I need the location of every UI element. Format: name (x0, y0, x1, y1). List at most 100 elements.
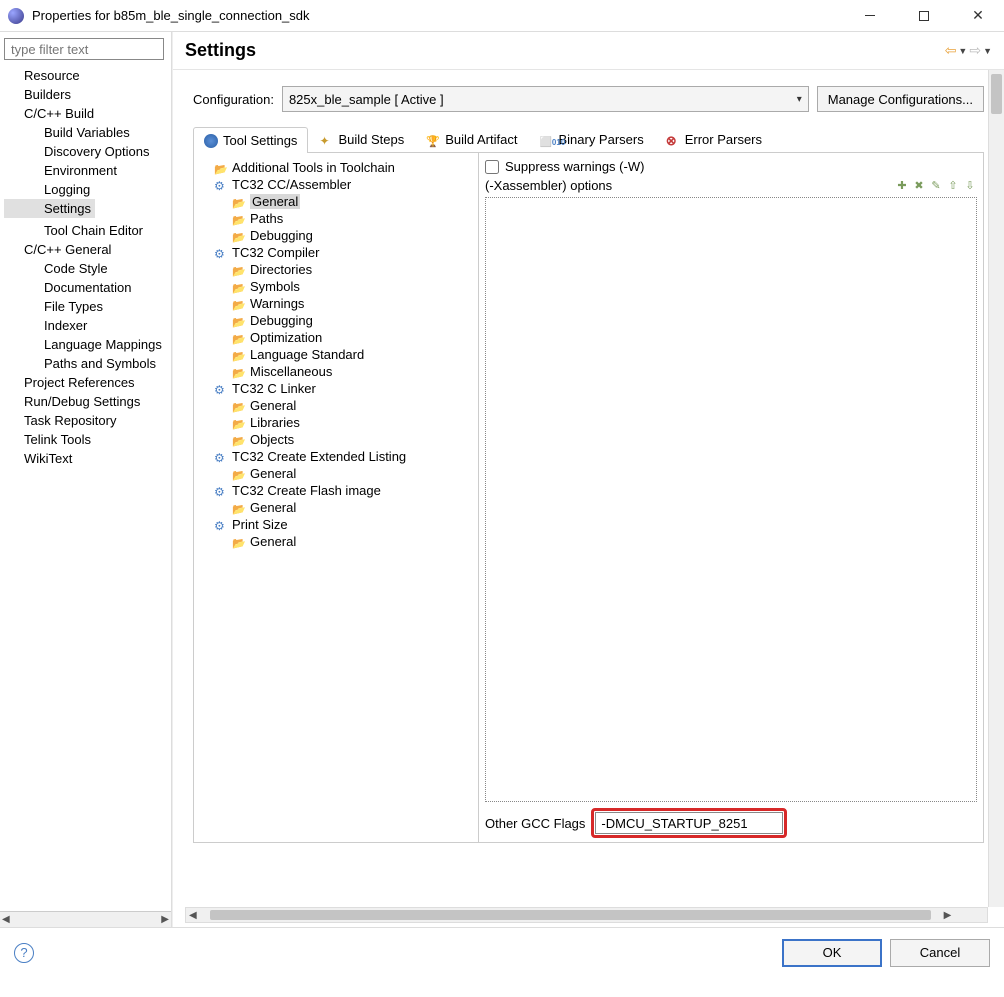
sidebar-item-settings[interactable]: Settings (4, 199, 95, 218)
tools-icon (204, 134, 218, 148)
tab-label: Binary Parsers (558, 132, 643, 147)
minimize-button[interactable] (852, 4, 888, 28)
nav-forward-icon[interactable]: ⇨ (969, 42, 981, 59)
error-icon (666, 133, 680, 147)
tool-tree-item-optimization[interactable]: Optimization (198, 329, 474, 346)
scrollbar-thumb[interactable] (991, 74, 1002, 114)
configuration-label: Configuration: (193, 92, 274, 107)
properties-tree[interactable]: ResourceBuildersC/C++ BuildBuild Variabl… (0, 66, 171, 911)
tool-tree-label: Objects (250, 432, 294, 447)
gear-icon (214, 484, 228, 498)
tool-tree-item-tc32-compiler[interactable]: TC32 Compiler (198, 244, 474, 261)
wand-icon (319, 133, 333, 147)
add-option-icon[interactable]: ✚ (895, 179, 909, 193)
folder-icon (214, 161, 228, 175)
tool-tree-item-general[interactable]: General (198, 193, 474, 210)
tab-label: Build Steps (338, 132, 404, 147)
nav-back-icon[interactable]: ⇦ (945, 42, 957, 59)
tool-tree-item-general[interactable]: General (198, 465, 474, 482)
nav-back-menu-icon[interactable]: ▼ (958, 46, 967, 56)
folder-icon (232, 365, 246, 379)
tool-tree-item-print-size[interactable]: Print Size (198, 516, 474, 533)
tool-tree-item-paths[interactable]: Paths (198, 210, 474, 227)
sidebar-item-wikitext[interactable]: WikiText (4, 449, 171, 468)
tool-tree-item-symbols[interactable]: Symbols (198, 278, 474, 295)
tool-tree-item-tc32-c-linker[interactable]: TC32 C Linker (198, 380, 474, 397)
sidebar-item-documentation[interactable]: Documentation (4, 278, 171, 297)
tool-tree-item-libraries[interactable]: Libraries (198, 414, 474, 431)
tool-tree-item-general[interactable]: General (198, 499, 474, 516)
sidebar-item-resource[interactable]: Resource (4, 66, 171, 85)
manage-configurations-button[interactable]: Manage Configurations... (817, 86, 984, 112)
sidebar-item-environment[interactable]: Environment (4, 161, 171, 180)
sidebar-item-logging[interactable]: Logging (4, 180, 171, 199)
tool-tree-label: Optimization (250, 330, 322, 345)
sidebar-item-discovery-options[interactable]: Discovery Options (4, 142, 171, 161)
tab-error-parsers[interactable]: Error Parsers (655, 126, 773, 152)
nav-forward-menu-icon[interactable]: ▼ (983, 46, 992, 56)
sidebar-item-build-variables[interactable]: Build Variables (4, 123, 171, 142)
tab-tool-settings[interactable]: Tool Settings (193, 127, 308, 153)
scrollbar-thumb[interactable] (210, 910, 931, 920)
xassembler-options-list[interactable] (485, 197, 977, 802)
scroll-right-icon: ▶ (941, 910, 955, 921)
sidebar-item-telink-tools[interactable]: Telink Tools (4, 430, 171, 449)
move-up-icon[interactable]: ⇧ (946, 179, 960, 193)
sidebar-item-indexer[interactable]: Indexer (4, 316, 171, 335)
cancel-button[interactable]: Cancel (890, 939, 990, 967)
scroll-left-icon: ◀ (186, 910, 200, 921)
sidebar-item-code-style[interactable]: Code Style (4, 259, 171, 278)
tool-tree-item-general[interactable]: General (198, 397, 474, 414)
folder-icon (232, 399, 246, 413)
filter-input[interactable] (4, 38, 164, 60)
other-gcc-flags-input[interactable] (595, 812, 783, 834)
tool-tree-item-language-standard[interactable]: Language Standard (198, 346, 474, 363)
content-horizontal-scrollbar[interactable]: ◀ ▶ (185, 907, 988, 923)
trophy-icon (426, 133, 440, 147)
sidebar-item-task-repository[interactable]: Task Repository (4, 411, 171, 430)
tool-tree-item-objects[interactable]: Objects (198, 431, 474, 448)
move-down-icon[interactable]: ⇩ (963, 179, 977, 193)
tab-label: Build Artifact (445, 132, 517, 147)
configuration-select[interactable]: 825x_ble_sample [ Active ] ▾ (282, 86, 809, 112)
close-icon (972, 7, 984, 24)
configuration-value: 825x_ble_sample [ Active ] (289, 92, 444, 107)
delete-option-icon[interactable]: ✖ (912, 179, 926, 193)
close-button[interactable] (960, 4, 996, 28)
sidebar-horizontal-scrollbar[interactable]: ◀ ▶ (0, 911, 171, 927)
sidebar-item-project-references[interactable]: Project References (4, 373, 171, 392)
suppress-warnings-checkbox[interactable] (485, 160, 499, 174)
folder-icon (232, 280, 246, 294)
tool-tree-item-miscellaneous[interactable]: Miscellaneous (198, 363, 474, 380)
gear-icon (214, 450, 228, 464)
tool-tree-item-warnings[interactable]: Warnings (198, 295, 474, 312)
sidebar-item-language-mappings[interactable]: Language Mappings (4, 335, 171, 354)
tab-build-artifact[interactable]: Build Artifact (415, 126, 528, 152)
help-icon[interactable]: ? (14, 943, 34, 963)
tab-binary-parsers[interactable]: 010Binary Parsers (528, 126, 654, 152)
window-title: Properties for b85m_ble_single_connectio… (32, 8, 852, 23)
sidebar-item-builders[interactable]: Builders (4, 85, 171, 104)
tool-tree-item-debugging[interactable]: Debugging (198, 312, 474, 329)
tool-tree-item-additional-tools-in-toolchain[interactable]: Additional Tools in Toolchain (198, 159, 474, 176)
sidebar-item-c-c-build[interactable]: C/C++ Build (4, 104, 171, 123)
edit-option-icon[interactable]: ✎ (929, 179, 943, 193)
sidebar-item-tool-chain-editor[interactable]: Tool Chain Editor (4, 221, 171, 240)
sidebar-item-run-debug-settings[interactable]: Run/Debug Settings (4, 392, 171, 411)
sidebar-item-file-types[interactable]: File Types (4, 297, 171, 316)
maximize-button[interactable] (906, 4, 942, 28)
folder-icon (232, 416, 246, 430)
sidebar-item-c-c-general[interactable]: C/C++ General (4, 240, 171, 259)
folder-icon (232, 501, 246, 515)
tool-settings-tree[interactable]: Additional Tools in ToolchainTC32 CC/Ass… (194, 153, 479, 842)
tool-tree-item-tc32-create-extended-listing[interactable]: TC32 Create Extended Listing (198, 448, 474, 465)
tab-build-steps[interactable]: Build Steps (308, 126, 415, 152)
tool-tree-item-general[interactable]: General (198, 533, 474, 550)
content-vertical-scrollbar[interactable] (988, 70, 1004, 907)
tool-tree-item-debugging[interactable]: Debugging (198, 227, 474, 244)
tool-tree-item-directories[interactable]: Directories (198, 261, 474, 278)
sidebar-item-paths-and-symbols[interactable]: Paths and Symbols (4, 354, 171, 373)
tool-tree-item-tc32-create-flash-image[interactable]: TC32 Create Flash image (198, 482, 474, 499)
ok-button[interactable]: OK (782, 939, 882, 967)
tool-tree-item-tc32-cc-assembler[interactable]: TC32 CC/Assembler (198, 176, 474, 193)
